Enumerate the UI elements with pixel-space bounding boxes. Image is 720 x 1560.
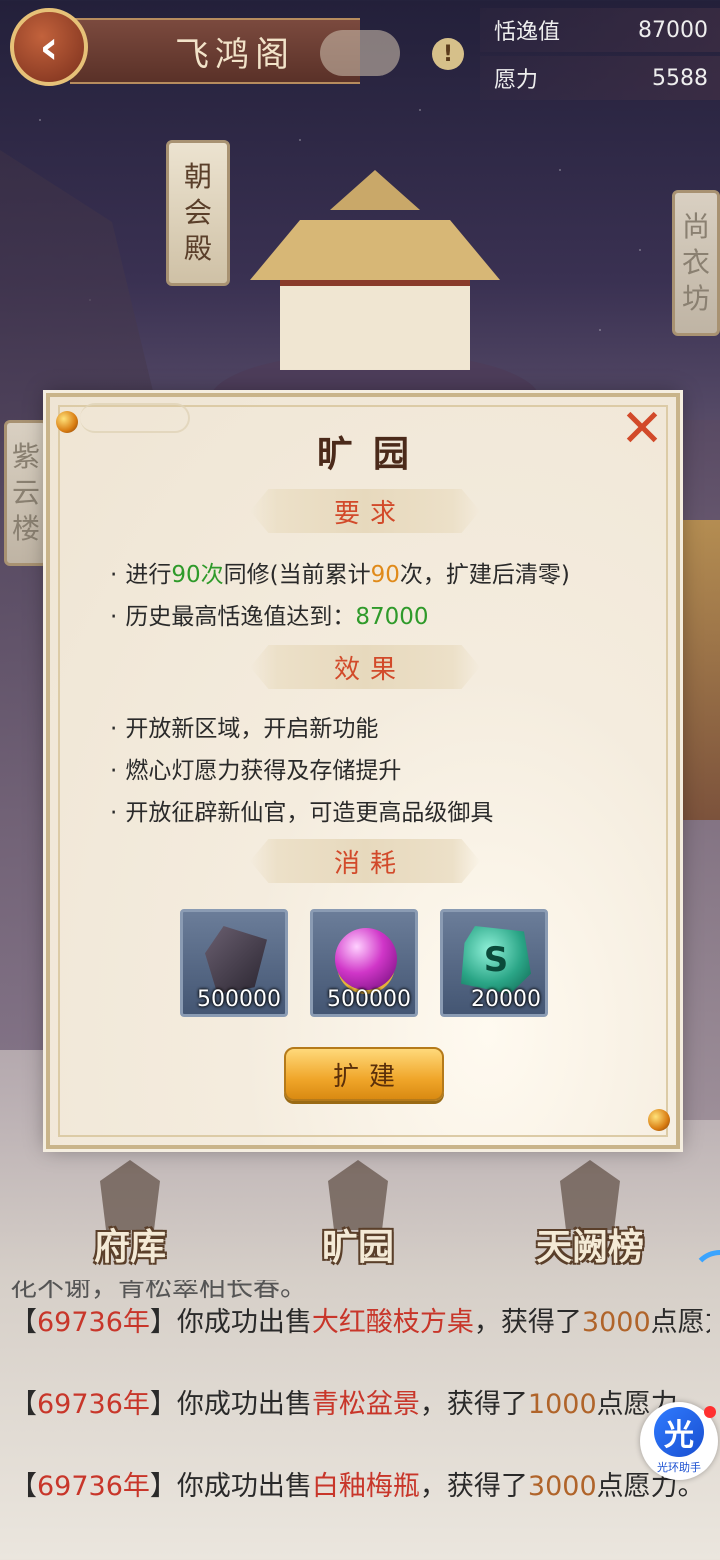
log-wrap [10,1425,710,1466]
cost-amount: 500000 [327,987,411,1012]
requirements-heading: 要求 [250,489,480,533]
effects-heading: 效果 [250,645,480,689]
nav-label: 天阙榜 [535,1226,644,1268]
dialog-title: 旷园 [316,433,429,475]
jade-stone-icon: S [461,926,531,994]
log-item: 大红酸枝方桌 [311,1307,474,1338]
effect-item: · 燃心灯愿力获得及存储提升 [110,758,402,784]
requirement-item: · 进行90次同修(当前累计90次，扩建后清零) [110,562,570,588]
cost-amount: 20000 [471,987,541,1012]
log-year: 69736年 [37,1471,150,1502]
log-entry: 【69736年】你成功出售大红酸枝方桌，获得了3000点愿力。 [10,1307,710,1338]
log-entry: 【69736年】你成功出售白釉梅瓶，获得了3000点愿力。 [10,1471,705,1502]
nav-label: 府库 [93,1226,166,1268]
purple-orb-icon [335,928,397,990]
log-wrap [10,1343,710,1384]
req-count: 90次 [171,562,224,588]
page-title: 飞鸿阁 [70,18,400,84]
log-year: 69736年 [37,1307,150,1338]
req-value: 87000 [355,604,429,630]
sign-shangyi-workshop[interactable]: 尚衣坊 [672,190,720,336]
req-current: 90 [370,562,400,588]
event-log: 花不谢，青松翠柏长春。 【69736年】你成功出售大红酸枝方桌，获得了3000点… [10,1280,710,1507]
log-amount: 3000 [581,1307,651,1338]
log-clipped-line: 花不谢，青松翠柏长春。 [10,1280,307,1302]
corner-orb-icon [648,1109,670,1131]
sign-label: 尚衣坊 [682,210,711,315]
effect-item: · 开放新区域，开启新功能 [110,716,379,742]
stat-value: 87000 [638,17,708,43]
stat-yuanli: 愿力 5588 [480,56,720,100]
log-amount: 3000 [527,1471,597,1502]
log-item: 白釉梅瓶 [311,1471,420,1502]
stat-value: 5588 [652,65,708,91]
assistant-floating-button[interactable]: 光 光环助手 [640,1402,718,1480]
log-entry: 【69736年】你成功出售青松盆景，获得了1000点愿力。 [10,1389,705,1420]
nav-label: 旷园 [321,1226,394,1268]
build-button[interactable]: 扩建 [284,1047,444,1101]
effect-item: · 开放征辟新仙官，可造更高品级御具 [110,800,494,826]
log-item: 青松盆景 [311,1389,420,1420]
sign-label: 紫云楼 [12,440,41,545]
exclamation-icon[interactable]: ! [432,38,464,70]
notification-dot [704,1406,716,1418]
sign-label: 朝会殿 [184,160,213,265]
cost-item[interactable]: 500000 [180,909,288,1017]
log-amount: 1000 [527,1389,597,1420]
palace-building [210,170,540,400]
cost-amount: 500000 [197,987,281,1012]
assistant-label: 光环助手 [657,1461,701,1474]
nav-ranking[interactable]: 天阙榜 [520,1160,660,1270]
assistant-logo-icon: 光 [654,1407,704,1457]
stat-tianyi: 恬逸值 87000 [480,8,720,52]
log-year: 69736年 [37,1389,150,1420]
back-button[interactable]: ‹ [10,8,88,86]
expand-garden-dialog: ✕ 旷园 要求 · 进行90次同修(当前累计90次，扩建后清零) · 历史最高恬逸值… [46,393,680,1149]
sign-chaohui-hall[interactable]: 朝会殿 [166,140,230,286]
nav-storehouse[interactable]: 府库 [60,1160,200,1270]
cost-item[interactable]: 500000 [310,909,418,1017]
requirement-item: · 历史最高恬逸值达到：87000 [110,604,429,630]
cost-item[interactable]: S 20000 [440,909,548,1017]
stat-label: 恬逸值 [494,20,561,45]
chevron-left-icon: ‹ [39,20,59,74]
sign-ziyun-tower[interactable]: 紫云楼 [4,420,48,566]
cost-heading: 消耗 [250,839,480,883]
stat-label: 愿力 [494,68,539,93]
dark-ore-icon [205,926,267,994]
nav-garden[interactable]: 旷园 [288,1160,428,1270]
cost-items: 500000 500000 S 20000 [180,909,548,1017]
